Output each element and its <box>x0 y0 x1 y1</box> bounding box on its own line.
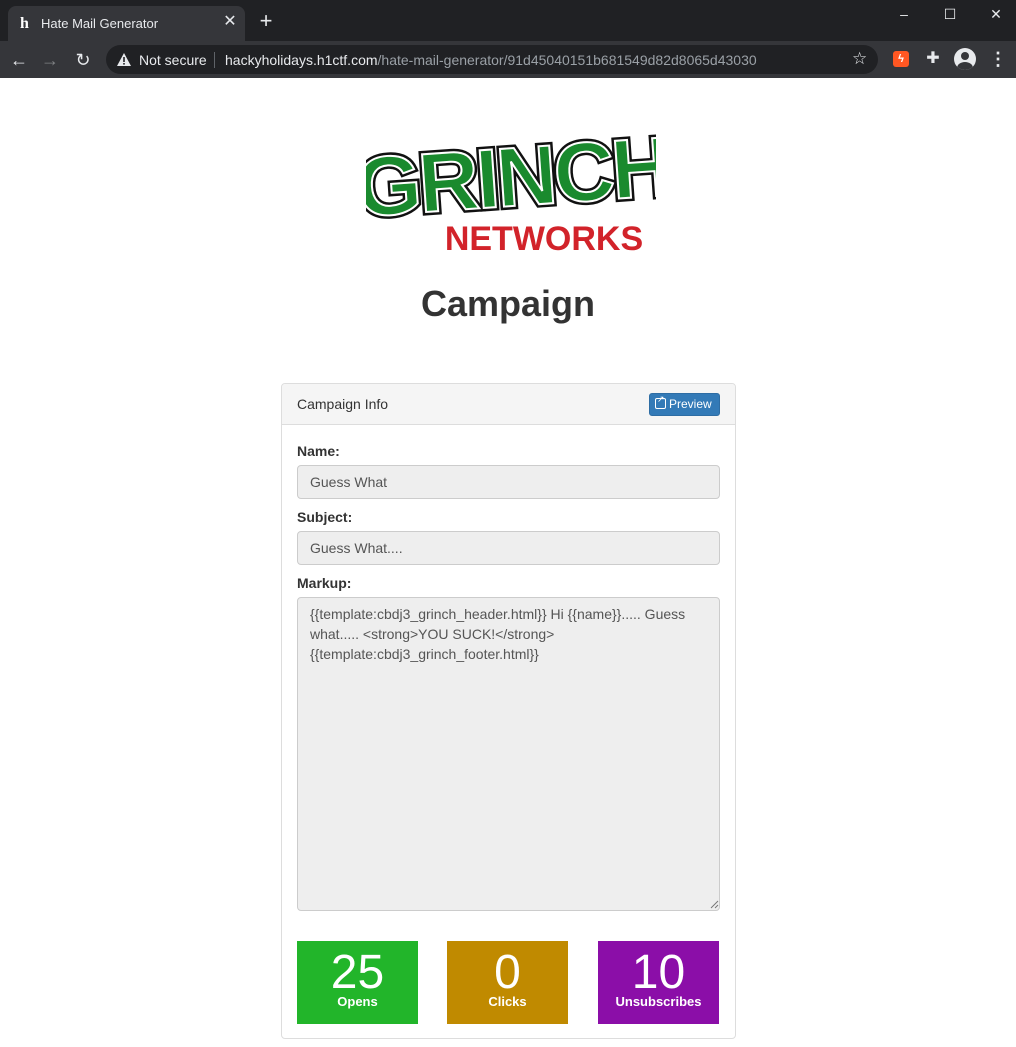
browser-toolbar: ← → ↻ Not secure hackyholidays.h1ctf.com… <box>0 41 1016 78</box>
url-text[interactable]: hackyholidays.h1ctf.com/hate-mail-genera… <box>225 52 757 68</box>
forward-arrow-icon[interactable]: → <box>39 49 61 71</box>
maximize-icon[interactable]: ☐ <box>936 4 964 24</box>
extensions-puzzle-icon[interactable]: ✚ <box>924 50 942 68</box>
warning-icon <box>117 53 131 66</box>
url-path: /hate-mail-generator/91d45040151b681549d… <box>377 52 757 68</box>
panel-heading: Campaign Info Preview <box>282 384 735 425</box>
stat-unsubscribes-value: 10 <box>631 946 686 999</box>
stat-clicks-label: Clicks <box>488 994 527 1009</box>
stat-unsubscribes: 10 Unsubscribes <box>598 941 719 1024</box>
browser-tab-strip: h Hate Mail Generator ✕ + – ☐ ✕ <box>0 0 1016 41</box>
back-arrow-icon[interactable]: ← <box>8 49 30 71</box>
tab-close-icon[interactable]: ✕ <box>222 14 238 30</box>
markup-textarea[interactable]: {{template:cbdj3_grinch_header.html}} Hi… <box>297 597 720 911</box>
subject-label: Subject: <box>297 509 353 525</box>
tab-title: Hate Mail Generator <box>41 16 159 31</box>
stat-opens-label: Opens <box>337 994 378 1009</box>
omnibox-divider <box>214 52 215 68</box>
browser-menu-icon[interactable]: ⋮ <box>989 49 1007 69</box>
stat-clicks: 0 Clicks <box>447 941 568 1024</box>
stat-opens: 25 Opens <box>297 941 418 1024</box>
logo-top-text-highlight: GRINCH <box>366 119 656 235</box>
favicon-icon: h <box>20 15 29 32</box>
external-link-icon <box>655 394 666 409</box>
profile-avatar-icon[interactable] <box>954 48 976 70</box>
grinch-networks-logo: GRINCH GRINCH NETWORKS <box>366 116 656 256</box>
preview-button[interactable]: Preview <box>649 393 720 416</box>
campaign-info-panel: Campaign Info Preview Name: Subject: Mar… <box>281 383 736 1039</box>
panel-title: Campaign Info <box>297 396 389 412</box>
minimize-icon[interactable]: – <box>890 4 918 24</box>
security-status[interactable]: Not secure <box>139 52 207 68</box>
stat-unsubscribes-label: Unsubscribes <box>615 994 702 1009</box>
stat-clicks-value: 0 <box>494 946 521 999</box>
subject-field[interactable] <box>297 531 720 565</box>
logo-bottom-text: NETWORKS <box>445 220 643 256</box>
page-title: Campaign <box>420 283 596 324</box>
reload-icon[interactable]: ↻ <box>72 49 94 71</box>
close-window-icon[interactable]: ✕ <box>982 4 1010 24</box>
preview-button-label: Preview <box>669 397 712 411</box>
bookmark-star-icon[interactable]: ☆ <box>852 50 867 68</box>
extension-icon[interactable]: ϟ <box>893 51 909 67</box>
markup-label: Markup: <box>297 575 352 591</box>
name-label: Name: <box>297 443 340 459</box>
browser-tab[interactable]: h Hate Mail Generator ✕ <box>8 6 245 41</box>
new-tab-icon[interactable]: + <box>256 10 276 32</box>
address-bar[interactable]: Not secure hackyholidays.h1ctf.com/hate-… <box>106 45 878 74</box>
url-host: hackyholidays.h1ctf.com <box>225 52 378 68</box>
resize-grip-icon[interactable] <box>709 899 719 909</box>
stat-opens-value: 25 <box>330 946 385 999</box>
name-field[interactable] <box>297 465 720 499</box>
